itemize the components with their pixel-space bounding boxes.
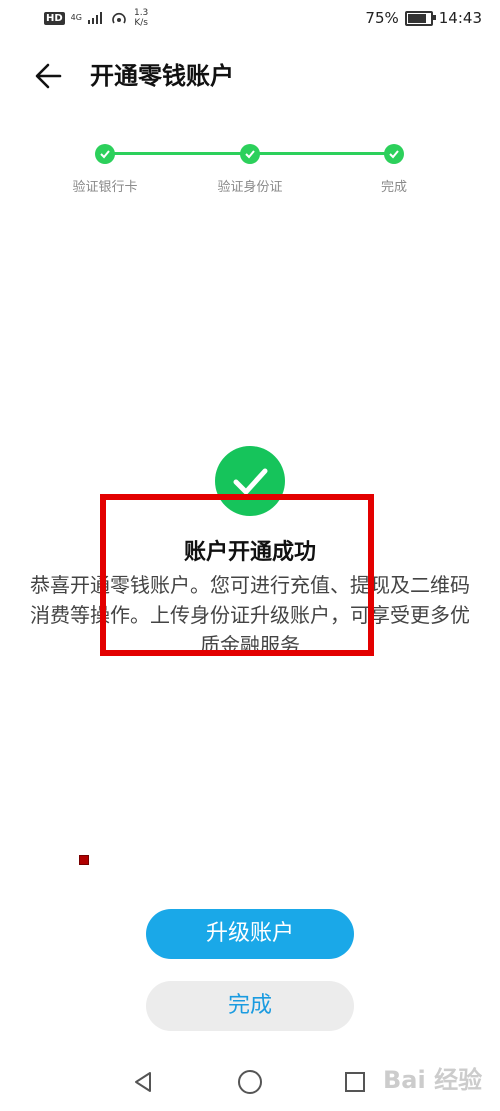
- back-button[interactable]: [30, 56, 70, 96]
- annotation-marker: [79, 855, 89, 865]
- status-bar: HD 4G 1.3 K/s 75% 14:43: [0, 0, 500, 38]
- nav-back-button[interactable]: [130, 1068, 158, 1096]
- network-type: 4G: [70, 13, 82, 22]
- hd-indicator: HD: [44, 11, 65, 25]
- hotspot-icon: [112, 12, 126, 24]
- network-speed: 1.3 K/s: [133, 8, 149, 28]
- signal-icon: [87, 12, 102, 24]
- triangle-back-icon: [135, 1072, 151, 1092]
- battery-icon: [404, 10, 436, 26]
- step-connector-2: [250, 152, 394, 155]
- step-3-check-icon: [384, 144, 404, 164]
- step-label-1: 验证银行卡: [72, 180, 138, 195]
- status-right: 75% 14:43: [365, 9, 482, 27]
- upgrade-account-button[interactable]: 升级账户: [146, 909, 354, 959]
- nav-home-button[interactable]: [238, 1070, 262, 1094]
- step-connector-1: [105, 152, 250, 155]
- step-2-check-icon: [240, 144, 260, 164]
- step-label-2: 验证身份证: [217, 180, 283, 195]
- annotation-highlight-box: [100, 494, 374, 656]
- status-left: HD 4G 1.3 K/s: [44, 8, 148, 28]
- done-button[interactable]: 完成: [146, 981, 354, 1031]
- clock: 14:43: [438, 9, 482, 27]
- step-1-check-icon: [95, 144, 115, 164]
- nav-recent-apps-button[interactable]: [345, 1072, 365, 1092]
- step-label-3: 完成: [380, 180, 407, 195]
- page-title: 开通零钱账户: [90, 62, 234, 90]
- back-arrow-icon: [35, 63, 62, 89]
- watermark-logo: Bai 经验: [383, 1066, 483, 1094]
- battery-percent: 75%: [365, 9, 399, 27]
